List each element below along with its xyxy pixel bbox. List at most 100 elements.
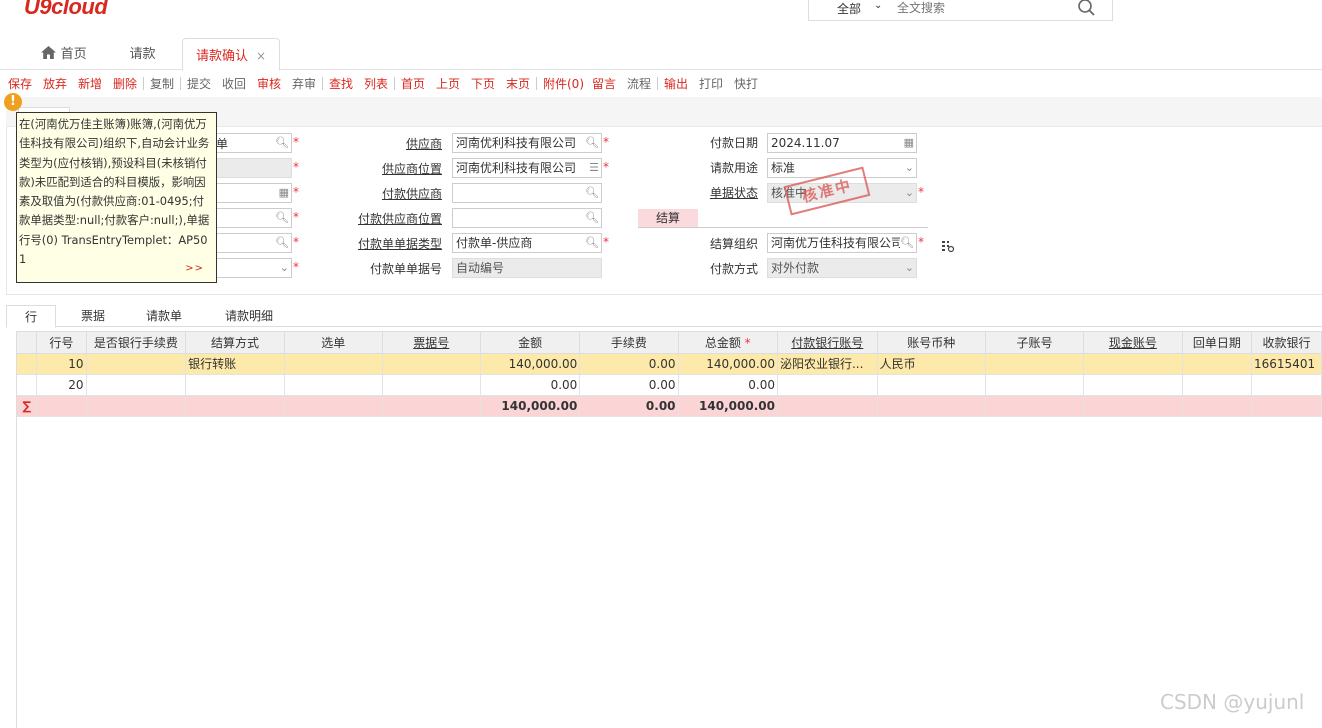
col-pay-bank-account[interactable]: 付款银行账号	[777, 332, 878, 354]
print-button[interactable]: 打印	[699, 75, 723, 92]
supplier-field[interactable]: 河南优利科技有限公司 🔍︎	[452, 133, 602, 153]
pay-date-field[interactable]: 2024.11.07 ▦	[767, 133, 917, 153]
cell-select-doc[interactable]	[284, 374, 383, 396]
list-icon[interactable]: ☰	[589, 159, 599, 177]
col-bank-fee-flag[interactable]: 是否银行手续费	[86, 332, 187, 354]
col-sub-account[interactable]: 子账号	[985, 332, 1085, 354]
list-button[interactable]: 列表	[364, 75, 388, 92]
pay-doc-type-field[interactable]: 付款单-供应商 🔍︎	[452, 233, 602, 253]
last-page-button[interactable]: 末页	[506, 75, 530, 92]
col-bill-no[interactable]: 票据号	[382, 332, 481, 354]
cell-total[interactable]: 140,000.00	[678, 353, 778, 375]
cell-receipt-date[interactable]	[1182, 374, 1253, 396]
attachment-button[interactable]: 附件(0)	[543, 75, 584, 92]
table-row[interactable]: 10 银行转账 140,000.00 0.00 140,000.00 泌阳农业银…	[17, 353, 1322, 375]
supplier-label[interactable]: 供应商	[406, 135, 442, 152]
search-icon[interactable]: 🔍︎	[585, 134, 599, 152]
col-cash-account[interactable]: 现金账号	[1083, 332, 1183, 354]
cell-bill-no[interactable]	[382, 353, 481, 375]
cell-recv-bank[interactable]	[1251, 374, 1322, 396]
field-config-icon[interactable]	[941, 239, 955, 256]
cell-account-currency[interactable]: 人民币	[877, 353, 986, 375]
cell-sub-account[interactable]	[985, 374, 1085, 396]
unapprove-button[interactable]: 弃审	[292, 75, 316, 92]
tab-lines[interactable]: 行	[6, 305, 56, 328]
search-icon[interactable]: 🔍︎	[585, 209, 599, 227]
pay-doc-type-label[interactable]: 付款单单据类型	[358, 235, 442, 252]
calendar-icon[interactable]: ▦	[904, 134, 914, 152]
col-line-no[interactable]: 行号	[36, 332, 87, 354]
tab-request-confirm[interactable]: 请款确认 ×	[182, 38, 280, 71]
cell-amount[interactable]: 140,000.00	[480, 353, 581, 375]
status-label[interactable]: 单据状态	[710, 184, 758, 201]
submit-button[interactable]: 提交	[187, 75, 211, 92]
search-scope-select[interactable]: 全部	[837, 0, 861, 17]
settle-org-field[interactable]: 河南优万佳科技有限公司 🔍︎	[767, 233, 917, 253]
find-button[interactable]: 查找	[329, 75, 353, 92]
quick-print-button[interactable]: 快打	[734, 75, 758, 92]
tab-request[interactable]: 请款	[115, 38, 170, 70]
search-icon[interactable]: 🔍︎	[585, 184, 599, 202]
export-button[interactable]: 输出	[664, 75, 688, 92]
col-select-doc[interactable]: 选单	[284, 332, 383, 354]
cell-cash-account[interactable]	[1083, 374, 1183, 396]
tab-request-details[interactable]: 请款明细	[216, 305, 282, 327]
cell-total[interactable]: 0.00	[678, 374, 778, 396]
first-page-button[interactable]: 首页	[401, 75, 425, 92]
cell-cash-account[interactable]	[1083, 353, 1183, 375]
cell-amount[interactable]: 0.00	[480, 374, 581, 396]
chevron-down-icon[interactable]: ⌄	[905, 159, 914, 177]
search-icon[interactable]: 🔍︎	[585, 234, 599, 252]
row-selector-header[interactable]	[17, 332, 38, 354]
tab-home[interactable]: 首页	[34, 38, 94, 70]
pay-supplier-location-label[interactable]: 付款供应商位置	[358, 210, 442, 227]
supplier-location-field[interactable]: 河南优利科技有限公司 ☰	[452, 158, 602, 178]
search-icon[interactable]: 🔍︎	[275, 134, 289, 152]
search-icon[interactable]: 🔍︎	[275, 234, 289, 252]
pay-supplier-location-field[interactable]: 🔍︎	[452, 208, 602, 228]
cell-settle-method[interactable]: 银行转账	[185, 353, 285, 375]
table-row[interactable]: 20 0.00 0.00 0.00	[17, 374, 1322, 396]
col-settle-method[interactable]: 结算方式	[185, 332, 285, 354]
tab-settlement[interactable]: 结算	[638, 209, 698, 227]
cell-pay-bank-account[interactable]	[777, 374, 878, 396]
warning-icon[interactable]: !	[4, 93, 22, 111]
col-receipt-date[interactable]: 回单日期	[1182, 332, 1253, 354]
cell-recv-bank[interactable]: 16615401	[1251, 353, 1322, 375]
chevron-down-icon[interactable]: ⌄	[874, 0, 882, 11]
row-selector[interactable]	[17, 353, 38, 375]
search-input[interactable]	[897, 0, 1057, 17]
next-page-button[interactable]: 下页	[471, 75, 495, 92]
tab-request-orders[interactable]: 请款单	[136, 305, 192, 327]
cell-bank-fee-flag[interactable]	[86, 374, 187, 396]
pay-supplier-label[interactable]: 付款供应商	[382, 185, 442, 202]
search-icon[interactable]: 🔍︎	[275, 209, 289, 227]
delete-button[interactable]: 删除	[113, 75, 137, 92]
col-fee[interactable]: 手续费	[579, 332, 679, 354]
prev-page-button[interactable]: 上页	[436, 75, 460, 92]
pay-supplier-field[interactable]: 🔍︎	[452, 183, 602, 203]
col-account-currency[interactable]: 账号币种	[877, 332, 986, 354]
approve-button[interactable]: 审核	[257, 75, 281, 92]
workflow-button[interactable]: 流程	[627, 75, 651, 92]
cell-fee[interactable]: 0.00	[579, 374, 679, 396]
add-button[interactable]: 新增	[78, 75, 102, 92]
recall-button[interactable]: 收回	[222, 75, 246, 92]
cell-fee[interactable]: 0.00	[579, 353, 679, 375]
col-total[interactable]: 总金额 *	[678, 332, 778, 354]
col-recv-bank[interactable]: 收款银行	[1251, 332, 1322, 354]
search-icon[interactable]: 🔍︎	[900, 234, 914, 252]
cell-receipt-date[interactable]	[1182, 353, 1253, 375]
supplier-location-label[interactable]: 供应商位置	[382, 160, 442, 177]
expand-more-link[interactable]: >>	[185, 259, 204, 278]
cell-pay-bank-account[interactable]: 泌阳农业银行...	[777, 353, 878, 375]
cell-select-doc[interactable]	[284, 353, 383, 375]
cell-bill-no[interactable]	[382, 374, 481, 396]
calendar-icon[interactable]: ▦	[279, 184, 289, 202]
search-icon[interactable]	[1077, 0, 1097, 21]
close-icon[interactable]: ×	[256, 49, 266, 63]
tab-bills[interactable]: 票据	[68, 305, 118, 327]
cell-account-currency[interactable]	[877, 374, 986, 396]
message-button[interactable]: 留言	[592, 75, 616, 92]
cell-line-no[interactable]: 20	[36, 374, 87, 396]
